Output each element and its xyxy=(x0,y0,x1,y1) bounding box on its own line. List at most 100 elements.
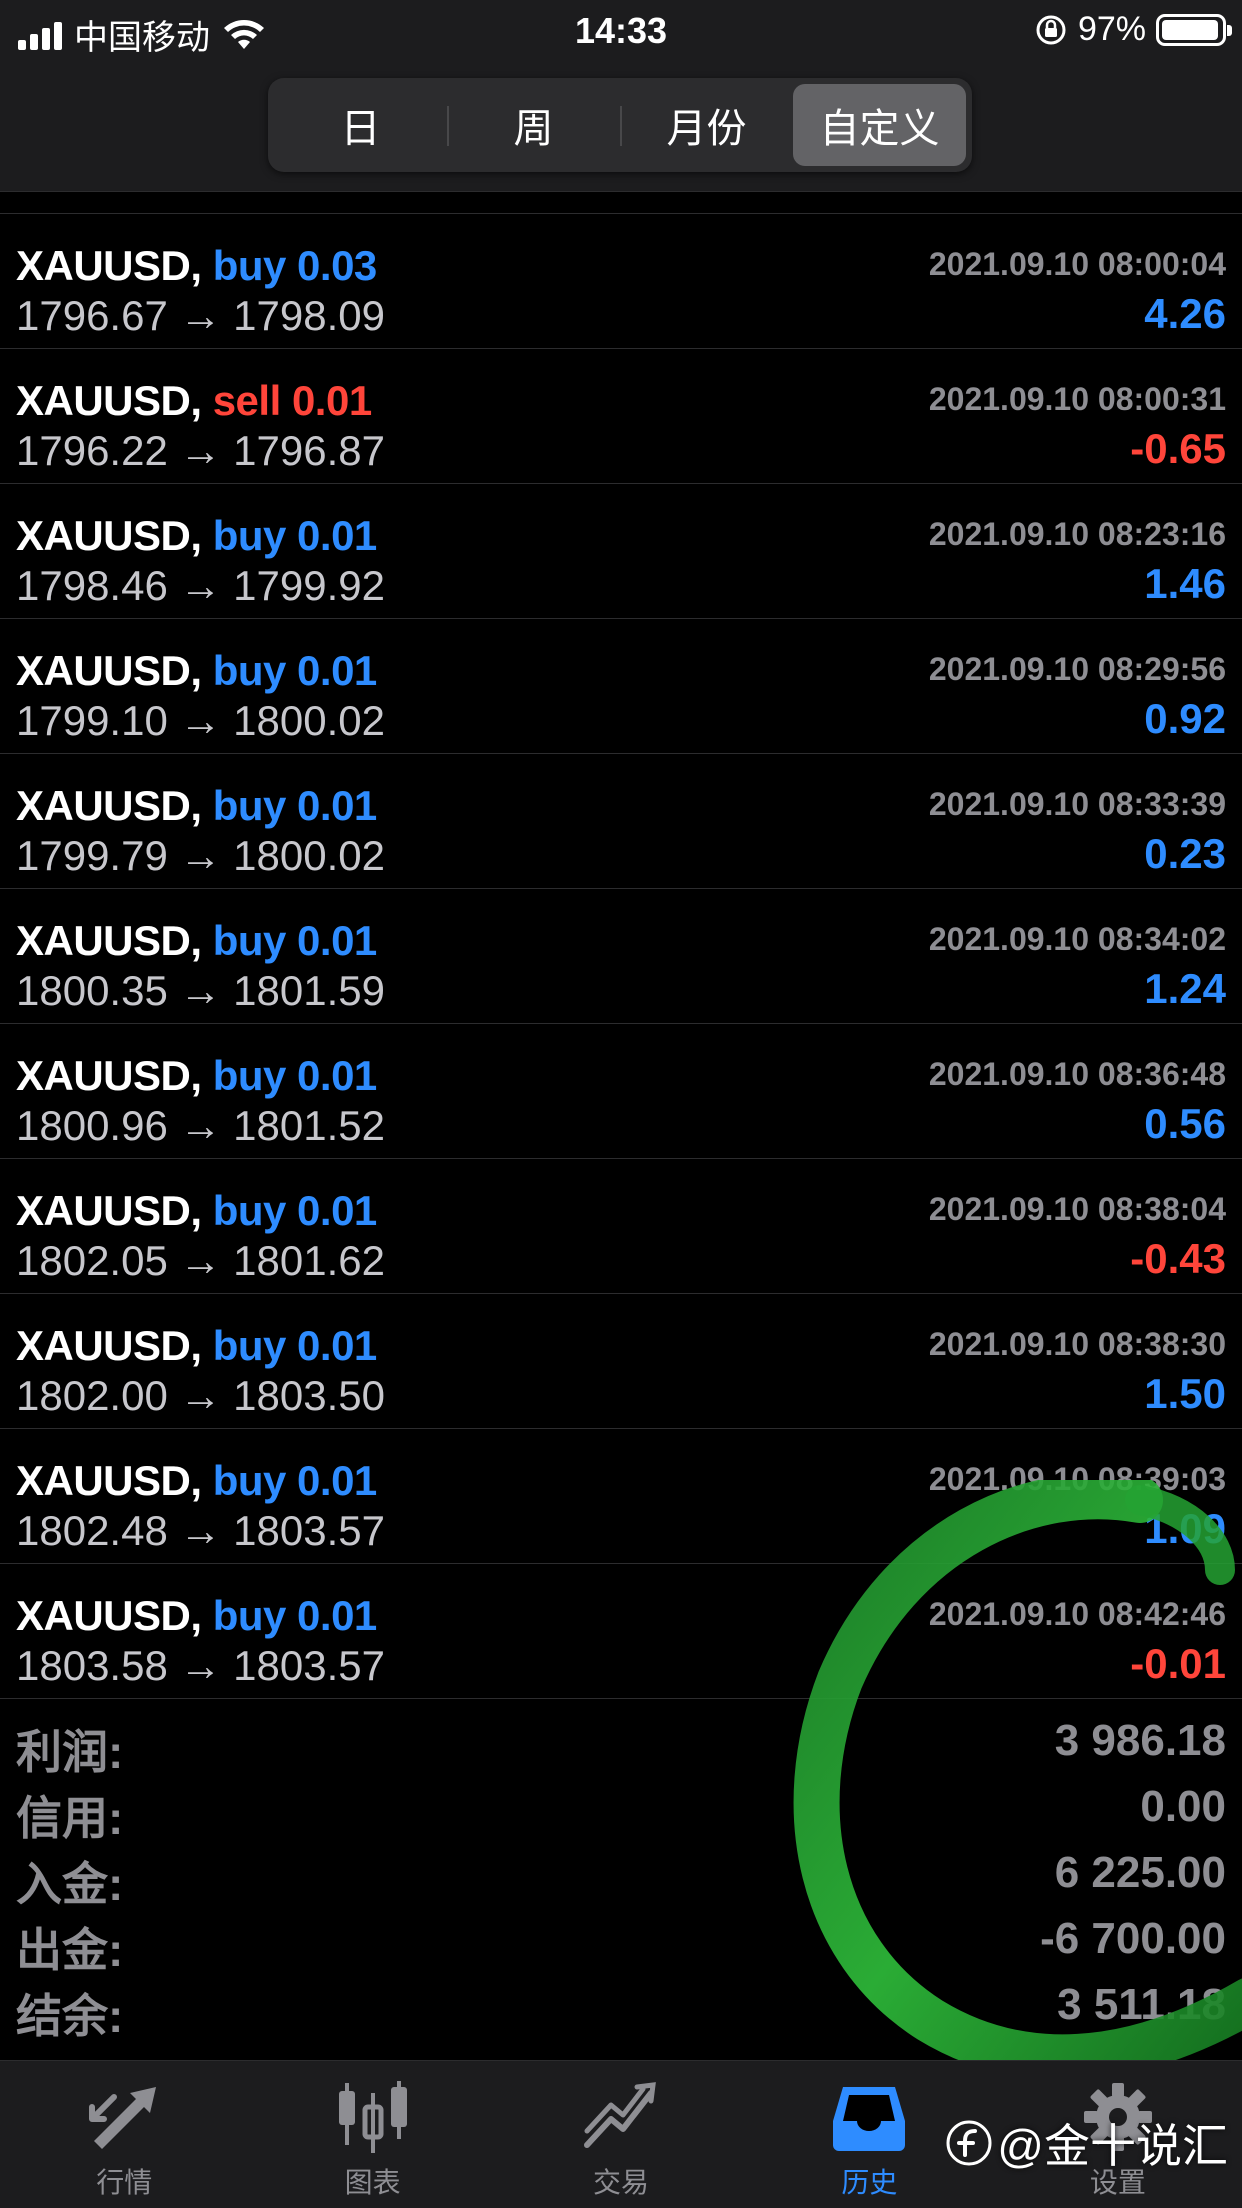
trade-side: buy xyxy=(212,647,287,694)
segment-1[interactable]: 周 xyxy=(447,84,620,166)
tab-trade[interactable]: 交易 xyxy=(497,2061,745,2208)
arrow-right-icon: → xyxy=(167,1102,234,1149)
trade-profit: 0.56 xyxy=(1144,1100,1226,1147)
trade-side: buy xyxy=(212,1592,287,1639)
close-price: 1800.02 xyxy=(233,697,385,744)
trade-row[interactable]: XAUUSD, buy 0.01 2021.09.10 08:36:48 1800.… xyxy=(0,1024,1242,1159)
quotes-arrows-icon xyxy=(89,2087,157,2149)
arrow-right-icon: → xyxy=(167,1372,234,1419)
candlestick-chart-icon xyxy=(338,2081,407,2153)
trade-side: buy xyxy=(212,1052,287,1099)
trade-prices: 1799.79 → 1800.02 xyxy=(16,832,385,880)
trade-side: buy xyxy=(212,782,287,829)
symbol-name: XAUUSD, xyxy=(16,782,202,829)
summary-row: 信用: 0.00 xyxy=(0,1774,1242,1844)
symbol-name: XAUUSD, xyxy=(16,242,202,289)
close-price: 1796.87 xyxy=(233,427,385,474)
trade-history-list[interactable]: ​ XAUUSD, buy 0.03 2021.09.10 08:00:04 179… xyxy=(0,192,1242,1699)
trade-volume: 0.01 xyxy=(297,1592,377,1639)
trade-row[interactable]: XAUUSD, buy 0.01 2021.09.10 08:29:56 1799.… xyxy=(0,619,1242,754)
trade-prices: 1802.05 → 1801.62 xyxy=(16,1237,385,1285)
watermark-text: @金十说汇 xyxy=(997,2120,1228,2172)
trade-row[interactable]: XAUUSD, buy 0.01 2021.09.10 08:23:16 1798.… xyxy=(0,484,1242,619)
trade-side: buy xyxy=(212,1457,287,1504)
trade-profit: 4.26 xyxy=(1144,290,1226,337)
trade-prices: 1802.48 → 1803.57 xyxy=(16,1507,385,1555)
trade-side: buy xyxy=(212,1322,287,1369)
watermark: @金十说汇 xyxy=(945,2110,1228,2176)
trade-row[interactable]: XAUUSD, buy 0.01 2021.09.10 08:39:03 1802.… xyxy=(0,1429,1242,1564)
trade-row[interactable]: XAUUSD, buy 0.01 2021.09.10 08:38:04 1802.… xyxy=(0,1159,1242,1294)
tab-quotes[interactable]: 行情 xyxy=(0,2061,248,2208)
trade-side: sell xyxy=(212,377,282,424)
arrow-right-icon: → xyxy=(167,562,234,609)
summary-row: 入金: 6 225.00 xyxy=(0,1840,1242,1910)
close-price: 1803.50 xyxy=(233,1372,385,1419)
segment-3[interactable]: 自定义 xyxy=(793,84,966,166)
history-header: 日周月份 自定义 xyxy=(0,62,1242,192)
trade-time: 2021.09.10 08:00:31 xyxy=(928,381,1226,417)
close-price: 1801.52 xyxy=(233,1102,385,1149)
arrow-right-icon: → xyxy=(167,697,234,744)
list-item-partial: ​ xyxy=(0,192,1242,214)
trade-profit: 0.23 xyxy=(1144,830,1226,877)
watermark-logo-icon xyxy=(946,2120,992,2166)
close-price: 1803.57 xyxy=(233,1507,385,1554)
open-price: 1799.79 xyxy=(16,832,168,879)
trade-volume: 0.01 xyxy=(297,1187,377,1234)
trade-symbol: XAUUSD, buy 0.03 xyxy=(16,242,377,290)
symbol-name: XAUUSD, xyxy=(16,647,202,694)
symbol-name: XAUUSD, xyxy=(16,377,202,424)
summary-label: 信用: xyxy=(16,1792,124,1844)
trade-profit: -0.43 xyxy=(1130,1235,1226,1282)
summary-row: 结余: 3 511.18 xyxy=(0,1972,1242,2042)
close-price: 1801.62 xyxy=(233,1237,385,1284)
trade-prices: 1803.58 → 1803.57 xyxy=(16,1642,385,1690)
tab-label: 图表 xyxy=(344,2167,401,2198)
summary-label: 出金: xyxy=(16,1924,124,1976)
trade-row[interactable]: XAUUSD, buy 0.01 2021.09.10 08:38:30 1802.… xyxy=(0,1294,1242,1429)
trade-prices: 1800.96 → 1801.52 xyxy=(16,1102,385,1150)
trade-row[interactable]: XAUUSD, buy 0.03 2021.09.10 08:00:04 1796.… xyxy=(0,214,1242,349)
trade-profit: -0.01 xyxy=(1130,1640,1226,1687)
trade-volume: 0.01 xyxy=(297,647,377,694)
close-price: 1799.92 xyxy=(233,562,385,609)
trade-side: buy xyxy=(212,1187,287,1234)
symbol-name: XAUUSD, xyxy=(16,1052,202,1099)
trade-time: 2021.09.10 08:33:39 xyxy=(928,786,1226,822)
arrow-right-icon: → xyxy=(167,832,234,879)
trade-time: 2021.09.10 08:42:46 xyxy=(928,1596,1226,1632)
trade-profit: 1.50 xyxy=(1144,1370,1226,1417)
arrow-right-icon: → xyxy=(167,292,234,339)
trade-prices: 1802.00 → 1803.50 xyxy=(16,1372,385,1420)
trade-prices: 1800.35 → 1801.59 xyxy=(16,967,385,1015)
trade-symbol: XAUUSD, buy 0.01 xyxy=(16,917,377,965)
open-price: 1800.96 xyxy=(16,1102,168,1149)
tab-label: 历史 xyxy=(841,2167,898,2198)
tab-chart[interactable]: 图表 xyxy=(248,2061,496,2208)
trade-row[interactable]: XAUUSD, sell 0.01 2021.09.10 08:00:31 1796… xyxy=(0,349,1242,484)
trade-symbol: XAUUSD, buy 0.01 xyxy=(16,1187,377,1235)
trade-row[interactable]: XAUUSD, buy 0.01 2021.09.10 08:33:39 1799.… xyxy=(0,754,1242,889)
trade-row[interactable]: XAUUSD, buy 0.01 2021.09.10 08:34:02 1800.… xyxy=(0,889,1242,1024)
status-right: 97% xyxy=(1034,10,1232,49)
trade-volume: 0.01 xyxy=(297,1457,377,1504)
trade-symbol: XAUUSD, buy 0.01 xyxy=(16,1322,377,1370)
tab-label: 交易 xyxy=(593,2167,650,2198)
trade-side: buy xyxy=(212,242,287,289)
close-price: 1798.09 xyxy=(233,292,385,339)
symbol-name: XAUUSD, xyxy=(16,1592,202,1639)
trade-row[interactable]: XAUUSD, buy 0.01 2021.09.10 08:42:46 1803.… xyxy=(0,1564,1242,1699)
trade-prices: 1799.10 → 1800.02 xyxy=(16,697,385,745)
trade-time: 2021.09.10 08:23:16 xyxy=(928,516,1226,552)
trade-profit: 1.46 xyxy=(1144,560,1226,607)
trade-volume: 0.01 xyxy=(297,782,377,829)
trade-volume: 0.01 xyxy=(297,512,377,559)
segment-2[interactable]: 月份 xyxy=(620,84,793,166)
segment-0[interactable]: 日 xyxy=(274,84,447,166)
battery-fill xyxy=(1162,19,1219,40)
trade-volume: 0.01 xyxy=(297,1052,377,1099)
trade-symbol: XAUUSD, buy 0.01 xyxy=(16,647,377,695)
trade-symbol: XAUUSD, buy 0.01 xyxy=(16,1052,377,1100)
battery-icon xyxy=(1156,13,1232,46)
